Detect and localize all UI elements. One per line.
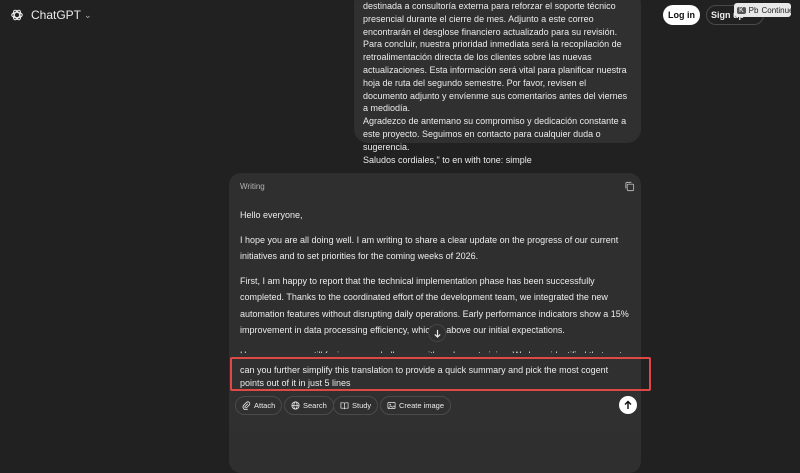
arrow-up-icon: [624, 400, 632, 409]
user-message-line: Agradezco de antemano su compromiso y de…: [363, 116, 627, 152]
user-message-bubble: destinada a consultoría externa para ref…: [354, 0, 641, 165]
copy-icon[interactable]: [624, 181, 635, 192]
arrow-down-icon: [433, 329, 441, 338]
continue-label: Continue: [761, 5, 794, 15]
user-message-line: Saludos cordiales," to en with tone: sim…: [363, 154, 532, 165]
attach-label: Attach: [254, 401, 276, 410]
attach-button[interactable]: Attach: [235, 396, 283, 415]
chevron-down-icon: ⌄: [84, 9, 92, 20]
login-button[interactable]: Log in: [663, 5, 700, 25]
user-message-line: destinada a consultoría externa para ref…: [363, 1, 618, 37]
search-label: Search: [303, 401, 327, 410]
user-message-line: Para concluir, nuestra prioridad inmedia…: [363, 39, 628, 114]
response-paragraph: I hope you are all doing well. I am writ…: [240, 234, 619, 262]
continue-key-badge: K: [737, 6, 746, 14]
image-icon: [387, 401, 396, 410]
globe-icon: [291, 401, 300, 410]
card-label: Writing: [240, 182, 265, 191]
model-selector[interactable]: ChatGPT ⌄: [31, 8, 92, 22]
highlight-box: [230, 357, 651, 391]
study-label: Study: [352, 401, 372, 410]
continue-popup[interactable]: K Pb Continue: [734, 3, 794, 17]
send-button[interactable]: [619, 396, 637, 414]
create-image-label: Create image: [399, 401, 445, 410]
app-title: ChatGPT: [31, 8, 82, 22]
chatgpt-logo-icon[interactable]: [10, 8, 24, 22]
continue-prefix: Pb: [748, 5, 759, 15]
create-image-button[interactable]: Create image: [380, 396, 452, 415]
response-paragraph: Hello everyone,: [240, 210, 303, 220]
study-button[interactable]: Study: [333, 396, 379, 415]
scroll-down-button[interactable]: [428, 324, 446, 342]
book-icon: [340, 402, 349, 410]
paperclip-icon: [242, 401, 251, 410]
search-button[interactable]: Search: [284, 396, 334, 415]
